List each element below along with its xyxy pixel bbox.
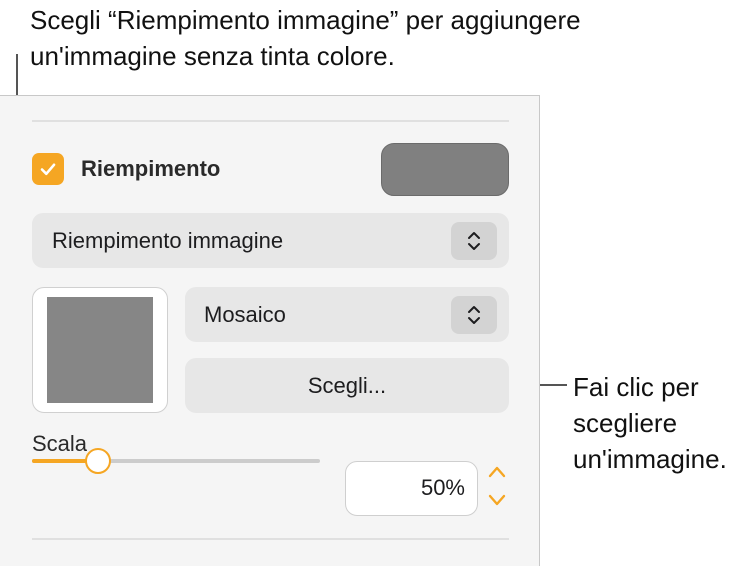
chevron-up-down-icon bbox=[468, 232, 480, 250]
image-scaling-popup[interactable]: Mosaico bbox=[185, 287, 509, 342]
checkmark-icon bbox=[40, 163, 56, 176]
fill-checkbox[interactable] bbox=[32, 153, 64, 185]
callout-fill-type: Scegli “Riempimento immagine” per aggiun… bbox=[30, 2, 581, 74]
fill-type-popup[interactable]: Riempimento immagine bbox=[32, 213, 509, 268]
scale-value-field[interactable]: 50% bbox=[345, 461, 478, 516]
callout-choose-image-line2: scegliere bbox=[573, 408, 678, 438]
callout-fill-type-line2: un'immagine senza tinta colore. bbox=[30, 41, 395, 71]
scale-label: Scala bbox=[32, 431, 88, 456]
image-preview bbox=[47, 297, 153, 403]
bottom-divider bbox=[32, 538, 509, 540]
fill-label: Riempimento bbox=[81, 156, 221, 181]
callout-choose-image-line1: Fai clic per bbox=[573, 372, 699, 402]
image-scaling-popup-value: Mosaico bbox=[204, 302, 286, 327]
scale-stepper[interactable] bbox=[483, 462, 511, 516]
callout-choose-image-line3: un'immagine. bbox=[573, 444, 727, 474]
fill-color-well[interactable] bbox=[381, 143, 509, 196]
callout-choose-image: Fai clic per scegliere un'immagine. bbox=[573, 369, 727, 477]
chevron-up-down-icon bbox=[468, 306, 480, 324]
fill-type-popup-value: Riempimento immagine bbox=[52, 228, 284, 253]
image-well[interactable] bbox=[32, 287, 168, 413]
fill-type-popup-stepper bbox=[451, 222, 497, 260]
callout-fill-type-line1: Scegli “Riempimento immagine” per aggiun… bbox=[30, 5, 581, 35]
chevron-up-down-icon bbox=[488, 466, 506, 506]
scale-slider[interactable] bbox=[32, 448, 320, 474]
choose-image-button[interactable]: Scegli... bbox=[185, 358, 509, 413]
image-scaling-popup-stepper bbox=[451, 296, 497, 334]
top-divider bbox=[32, 120, 509, 122]
